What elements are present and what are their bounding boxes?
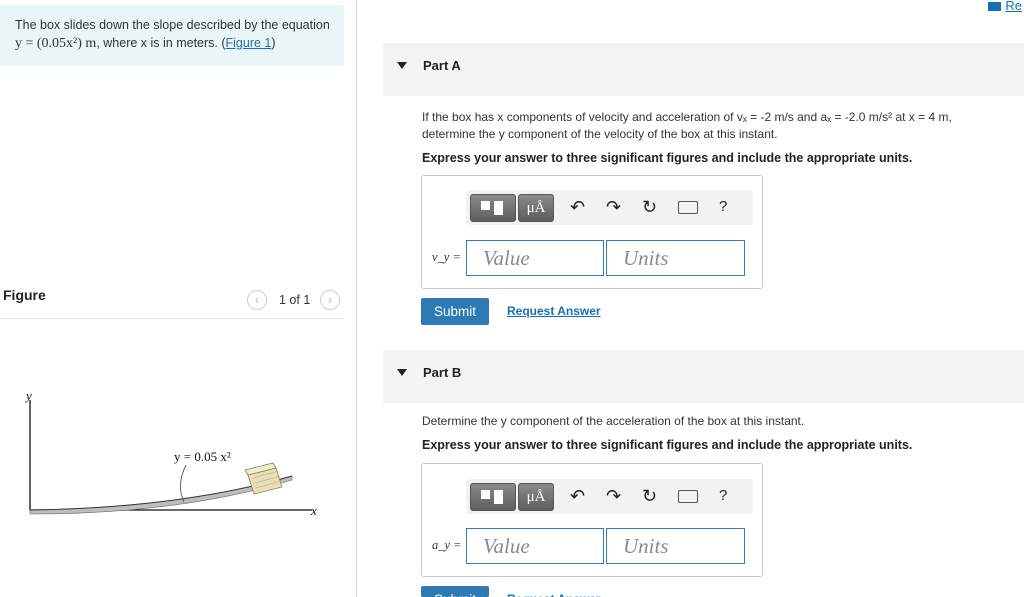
template-button[interactable] bbox=[470, 483, 516, 511]
part-a-value-input[interactable]: Value bbox=[466, 240, 604, 276]
part-a-units-input[interactable]: Units bbox=[606, 240, 745, 276]
collapse-triangle-icon[interactable] bbox=[397, 62, 407, 69]
part-b-header[interactable]: Part B bbox=[383, 350, 1024, 403]
part-a-toolbar: μÅ ↶ ↷ ↻ ? bbox=[466, 190, 753, 225]
collapse-triangle-icon[interactable] bbox=[397, 369, 407, 376]
figure-heading: Figure bbox=[3, 287, 46, 303]
part-a-variable-label: v_y = bbox=[432, 250, 461, 264]
next-figure-button[interactable]: › bbox=[320, 290, 340, 310]
part-a-question: If the box has x components of velocity … bbox=[422, 110, 952, 141]
part-b-variable-label: a_y = bbox=[432, 538, 462, 552]
review-link[interactable]: Re bbox=[988, 0, 1022, 13]
undo-icon[interactable]: ↶ bbox=[570, 487, 585, 505]
part-b-toolbar: μÅ ↶ ↷ ↻ ? bbox=[466, 479, 753, 514]
units-button[interactable]: μÅ bbox=[518, 194, 554, 222]
problem-statement: The box slides down the slope described … bbox=[0, 5, 344, 66]
figure-pager: 1 of 1 bbox=[279, 293, 311, 307]
problem-text: The box slides down the slope described … bbox=[15, 18, 330, 32]
part-a-submit-button[interactable]: Submit bbox=[421, 298, 489, 325]
axis-y-label: y bbox=[24, 388, 32, 403]
part-b-units-input[interactable]: Units bbox=[606, 528, 745, 564]
panel-divider bbox=[356, 0, 357, 597]
part-a-title: Part A bbox=[423, 58, 461, 73]
chevron-left-icon: ‹ bbox=[254, 292, 260, 307]
keyboard-icon[interactable] bbox=[678, 490, 698, 503]
help-button[interactable]: ? bbox=[719, 487, 727, 505]
figure-divider bbox=[0, 318, 344, 319]
reset-icon[interactable]: ↻ bbox=[642, 198, 657, 216]
reset-icon[interactable]: ↻ bbox=[642, 487, 657, 505]
part-a-header[interactable]: Part A bbox=[383, 43, 1024, 96]
redo-icon[interactable]: ↷ bbox=[606, 487, 621, 505]
label-leader bbox=[180, 464, 187, 503]
undo-icon[interactable]: ↶ bbox=[570, 198, 585, 216]
curve-equation-label: y = 0.05 x² bbox=[174, 449, 231, 464]
part-b-submit-button[interactable]: Submit bbox=[421, 586, 489, 597]
template-button[interactable] bbox=[470, 194, 516, 222]
part-b-value-input[interactable]: Value bbox=[466, 528, 604, 564]
part-b-title: Part B bbox=[423, 365, 462, 380]
problem-text-2: , where x is in meters. ( bbox=[96, 36, 226, 50]
book-icon bbox=[988, 2, 1002, 12]
chevron-right-icon: › bbox=[327, 292, 333, 307]
slope-figure: y x y = 0.05 x² bbox=[24, 388, 317, 518]
units-button[interactable]: μÅ bbox=[518, 483, 554, 511]
slope-equation: y = (0.05x²) m bbox=[15, 36, 97, 51]
part-b-question: Determine the y component of the acceler… bbox=[422, 414, 805, 428]
keyboard-icon[interactable] bbox=[678, 201, 698, 214]
template-icon bbox=[481, 490, 490, 499]
figure-link[interactable]: Figure 1 bbox=[226, 36, 272, 50]
template-icon bbox=[481, 201, 490, 210]
redo-icon[interactable]: ↷ bbox=[606, 198, 621, 216]
part-a-instruction: Express your answer to three significant… bbox=[422, 151, 913, 165]
axis-x-label: x bbox=[310, 503, 317, 518]
prev-figure-button[interactable]: ‹ bbox=[247, 290, 267, 310]
part-b-instruction: Express your answer to three significant… bbox=[422, 438, 913, 452]
help-button[interactable]: ? bbox=[719, 198, 727, 216]
part-a-request-answer-link[interactable]: Request Answer bbox=[507, 304, 601, 318]
part-b-request-answer-link[interactable]: Request Answer bbox=[507, 592, 601, 597]
